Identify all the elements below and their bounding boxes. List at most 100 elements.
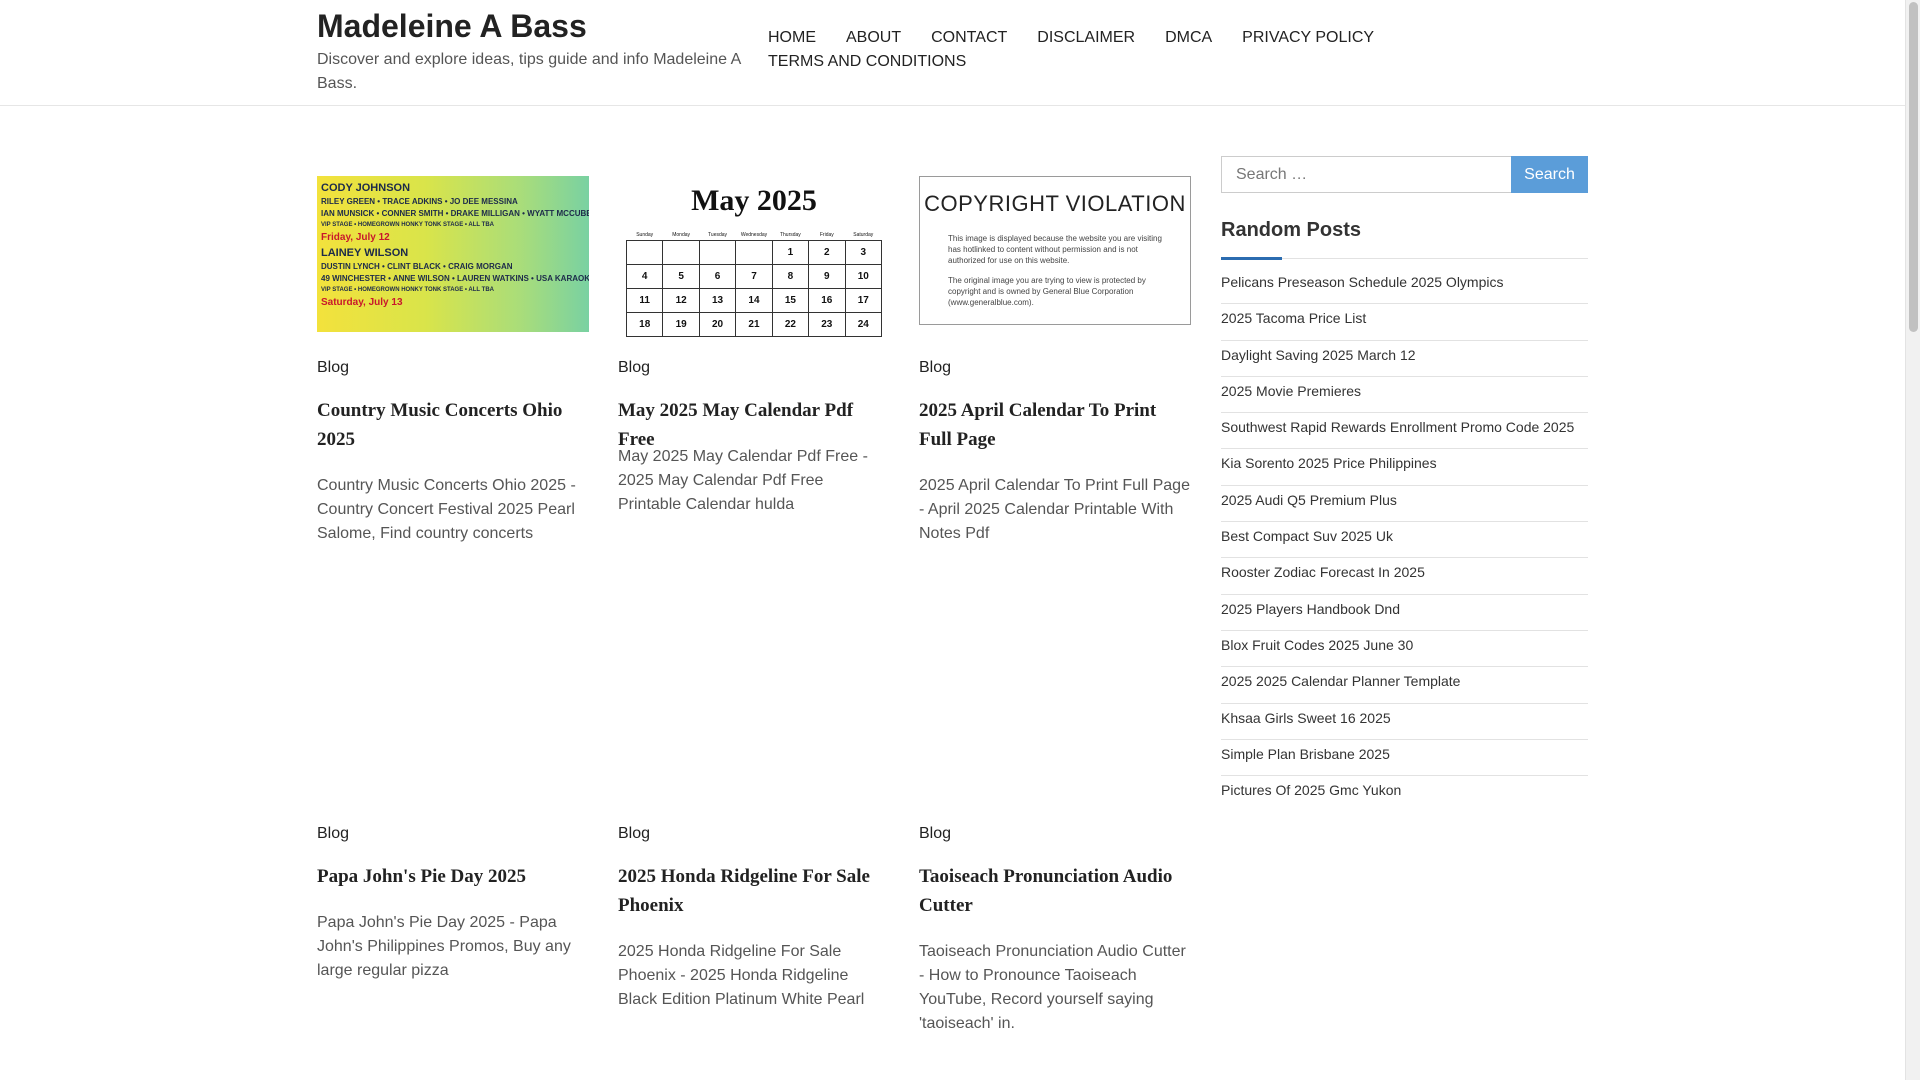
cal-cell: 7 — [735, 263, 773, 289]
widget-divider — [1221, 257, 1588, 260]
site-description: Discover and explore ideas, tips guide a… — [317, 51, 741, 92]
scrollbar-thumb[interactable] — [1909, 2, 1918, 332]
random-post-link[interactable]: Simple Plan Brisbane 2025 — [1221, 740, 1588, 777]
thumb-text: Saturday, July 13 — [321, 297, 403, 308]
page-scrollbar[interactable] — [1905, 0, 1920, 1080]
random-post-link[interactable]: Khsaa Girls Sweet 16 2025 — [1221, 704, 1588, 740]
cal-cell: 23 — [808, 311, 846, 337]
post-title[interactable]: Country Music Concerts Ohio 2025 — [317, 396, 589, 454]
cal-cell: 16 — [808, 287, 846, 313]
day-label: Friday — [819, 231, 834, 238]
random-post-link[interactable]: 2025 Players Handbook Dnd — [1221, 595, 1588, 631]
post-category[interactable]: Blog — [317, 825, 349, 843]
post-thumbnail[interactable]: CODY JOHNSON RILEY GREEN • TRACE ADKINS … — [317, 176, 589, 332]
cal-cell: 5 — [662, 263, 700, 289]
post-category[interactable]: Blog — [618, 825, 650, 843]
nav-dmca[interactable]: DMCA — [1165, 28, 1212, 48]
thumb-text: VIP STAGE • HOMEGROWN HONKY TONK STAGE •… — [321, 222, 494, 228]
post-title[interactable]: Taoiseach Pronunciation Audio Cutter — [919, 862, 1191, 920]
sidebar: Search … Search Random Posts Pelicans Pr… — [1221, 156, 1588, 812]
site-title[interactable]: Madeleine A Bass — [317, 8, 587, 45]
random-post-link[interactable]: Pelicans Preseason Schedule 2025 Olympic… — [1221, 268, 1588, 305]
random-post-link[interactable]: Pictures Of 2025 Gmc Yukon — [1221, 776, 1588, 812]
search-form: Search … Search — [1221, 156, 1588, 193]
day-label: Thursday — [779, 231, 801, 238]
cal-cell: 10 — [844, 263, 883, 289]
random-post-link[interactable]: Rooster Zodiac Forecast In 2025 — [1221, 558, 1588, 595]
thumb-text: 49 WINCHESTER • ANNE WILSON • LAUREN WAT… — [321, 274, 589, 283]
post-excerpt: Country Music Concerts Ohio 2025 - Count… — [317, 477, 576, 542]
post-title[interactable]: 2025 Honda Ridgeline For Sale Phoenix — [618, 862, 890, 920]
search-button[interactable]: Search — [1511, 156, 1588, 193]
day-label: Wednesday — [740, 231, 768, 238]
cal-cell: 3 — [844, 239, 883, 265]
post-card: Blog 2025 Honda Ridgeline For Sale Phoen… — [618, 642, 890, 1080]
post-category[interactable]: Blog — [317, 359, 349, 377]
post-excerpt: May 2025 May Calendar Pdf Free - 2025 Ma… — [618, 448, 868, 513]
cal-cell: 17 — [844, 287, 883, 313]
day-label: Saturday — [853, 231, 874, 238]
thumb-text: DUSTIN LYNCH • CLINT BLACK • CRAIG MORGA… — [321, 262, 513, 271]
nav-home[interactable]: HOME — [768, 28, 816, 48]
day-label: Tuesday — [708, 231, 728, 238]
random-posts-list: Pelicans Preseason Schedule 2025 Olympic… — [1221, 268, 1588, 812]
random-post-link[interactable]: Blox Fruit Codes 2025 June 30 — [1221, 631, 1588, 668]
cal-cell: 8 — [771, 263, 810, 289]
post-card: May 2025 Sunday Monday Tuesday Wednesday… — [618, 176, 890, 642]
random-post-link[interactable]: 2025 2025 Calendar Planner Template — [1221, 667, 1588, 704]
random-post-link[interactable]: 2025 Audi Q5 Premium Plus — [1221, 486, 1588, 523]
cal-cell: 22 — [771, 311, 810, 337]
post-excerpt: Papa John's Pie Day 2025 - Papa John's P… — [317, 914, 571, 979]
random-post-link[interactable]: 2025 Tacoma Price List — [1221, 304, 1588, 341]
random-post-link[interactable]: Daylight Saving 2025 March 12 — [1221, 341, 1588, 377]
nav-disclaimer[interactable]: DISCLAIMER — [1037, 28, 1135, 48]
post-thumbnail[interactable]: May 2025 Sunday Monday Tuesday Wednesday… — [618, 176, 890, 338]
cal-cell: 11 — [625, 287, 664, 313]
thumb-calendar-heading: May 2025 — [691, 184, 817, 217]
nav-contact[interactable]: CONTACT — [931, 28, 1007, 48]
post-thumbnail[interactable]: COPYRIGHT VIOLATION This image is displa… — [919, 176, 1191, 325]
random-post-link[interactable]: Kia Sorento 2025 Price Philippines — [1221, 449, 1588, 486]
posts-grid: CODY JOHNSON RILEY GREEN • TRACE ADKINS … — [317, 176, 1191, 1080]
post-card: Blog Papa John's Pie Day 2025 Papa John'… — [317, 642, 589, 1080]
cal-cell — [662, 239, 700, 265]
random-post-link[interactable]: Southwest Rapid Rewards Enrollment Promo… — [1221, 413, 1588, 450]
thumb-text: Friday, July 12 — [321, 232, 390, 243]
cal-cell — [735, 239, 773, 265]
post-excerpt: 2025 April Calendar To Print Full Page -… — [919, 477, 1190, 542]
post-category[interactable]: Blog — [919, 359, 951, 377]
cal-cell: 2 — [808, 239, 846, 265]
cal-cell: 6 — [698, 263, 737, 289]
site-header: Madeleine A Bass Discover and explore id… — [0, 0, 1905, 106]
main-nav: HOME ABOUT CONTACT DISCLAIMER DMCA PRIVA… — [768, 28, 1408, 72]
cal-cell — [625, 239, 664, 265]
nav-about[interactable]: ABOUT — [846, 28, 901, 48]
thumb-text: IAN MUNSICK • CONNER SMITH • DRAKE MILLI… — [321, 209, 589, 218]
cal-cell: 9 — [808, 263, 846, 289]
nav-privacy-policy[interactable]: PRIVACY POLICY — [1242, 28, 1374, 48]
nav-terms-and-conditions[interactable]: TERMS AND CONDITIONS — [768, 52, 966, 72]
cal-cell: 13 — [698, 287, 737, 313]
cal-cell: 12 — [662, 287, 700, 313]
cal-cell: 24 — [844, 311, 883, 337]
post-title[interactable]: Papa John's Pie Day 2025 — [317, 862, 589, 891]
thumb-text: RILEY GREEN • TRACE ADKINS • JO DEE MESS… — [321, 197, 518, 206]
post-category[interactable]: Blog — [618, 359, 650, 377]
post-card: CODY JOHNSON RILEY GREEN • TRACE ADKINS … — [317, 176, 589, 642]
post-card: COPYRIGHT VIOLATION This image is displa… — [919, 176, 1191, 642]
thumb-copyright-heading: COPYRIGHT VIOLATION — [924, 191, 1186, 216]
random-posts-title: Random Posts — [1221, 219, 1362, 241]
day-label: Sunday — [636, 231, 654, 238]
cal-cell: 20 — [698, 311, 737, 337]
cal-cell: 19 — [662, 311, 700, 337]
post-title[interactable]: 2025 April Calendar To Print Full Page — [919, 396, 1191, 454]
cal-cell: 14 — [735, 287, 773, 313]
post-category[interactable]: Blog — [919, 825, 951, 843]
search-input[interactable]: Search … — [1221, 156, 1512, 193]
random-post-link[interactable]: Best Compact Suv 2025 Uk — [1221, 522, 1588, 559]
thumb-text: CODY JOHNSON — [321, 182, 411, 194]
thumb-text: VIP STAGE • HOMEGROWN HONKY TONK STAGE •… — [321, 287, 494, 293]
random-post-link[interactable]: 2025 Movie Premieres — [1221, 377, 1588, 414]
cal-cell: 4 — [625, 263, 664, 289]
post-card: Blog Taoiseach Pronunciation Audio Cutte… — [919, 642, 1191, 1080]
